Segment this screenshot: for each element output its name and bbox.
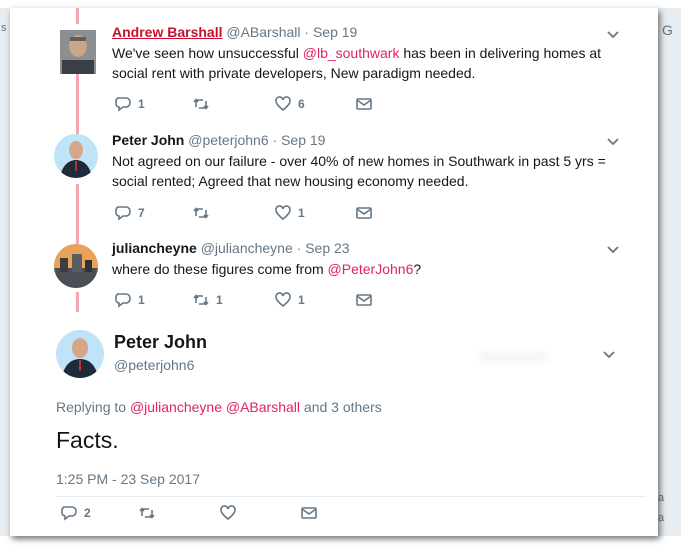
mail-icon — [356, 207, 372, 219]
background-right-strip: G a a — [658, 8, 681, 536]
tweet-header: Andrew Barshall @ABarshall · Sep 19 — [112, 24, 357, 40]
retweet-button[interactable] — [192, 95, 216, 113]
tweet-header: juliancheyne @juliancheyne · Sep 23 — [112, 240, 350, 256]
thread-line — [76, 184, 79, 246]
reply-count: 1 — [138, 293, 145, 307]
mention-link[interactable]: @lb_southwark — [303, 45, 400, 61]
dm-button[interactable] — [355, 291, 373, 309]
dm-button[interactable] — [355, 95, 373, 113]
retweet-button[interactable] — [138, 504, 162, 522]
replying-label: Replying to — [56, 399, 127, 415]
avatar[interactable] — [54, 134, 98, 178]
avatar-photo-icon — [54, 134, 98, 178]
heart-icon — [220, 505, 236, 521]
author-handle[interactable]: @peterjohn6 — [114, 357, 194, 373]
like-button[interactable]: 1 — [274, 291, 305, 309]
reply-button[interactable]: 1 — [114, 291, 145, 309]
tweet-text: Not agreed on our failure - over 40% of … — [112, 153, 606, 189]
edge-glyph: G — [662, 22, 673, 38]
tweet-text: We've seen how unsuccessful @lb_southwar… — [112, 43, 632, 83]
heart-icon — [275, 292, 291, 308]
reply-button[interactable]: 7 — [114, 204, 145, 222]
avatar[interactable] — [56, 330, 104, 378]
avatar-photo-icon — [56, 330, 104, 378]
thread-line — [76, 292, 79, 312]
retweet-icon — [193, 207, 209, 219]
tweet-text-part: We've seen how unsuccessful — [112, 45, 303, 61]
chevron-down-icon[interactable] — [606, 243, 620, 257]
heart-icon — [275, 96, 291, 112]
retweet-button[interactable] — [192, 204, 216, 222]
dm-button[interactable] — [300, 504, 318, 522]
retweet-icon — [193, 294, 209, 306]
replying-others[interactable]: and 3 others — [304, 399, 382, 415]
mail-icon — [356, 98, 372, 110]
mail-icon — [301, 507, 317, 519]
background-left-strip: s — [0, 8, 10, 536]
like-button[interactable] — [219, 504, 243, 522]
tweet-date[interactable]: · Sep 19 — [304, 24, 357, 40]
retweet-button[interactable]: 1 — [192, 291, 223, 309]
tweet-text: where do these figures come from @PeterJ… — [112, 259, 632, 279]
author-name[interactable]: Peter John — [112, 132, 184, 148]
avatar[interactable] — [54, 244, 98, 288]
retweet-count: 1 — [216, 293, 223, 307]
mail-icon — [356, 294, 372, 306]
follow-button-placeholder — [478, 352, 548, 362]
author-name[interactable]: Andrew Barshall — [112, 24, 222, 40]
reply-icon — [115, 293, 131, 308]
tweet-text-part: where do these figures come from — [112, 261, 328, 277]
author-handle[interactable]: @peterjohn6 — [188, 132, 268, 148]
avatar[interactable] — [60, 30, 96, 74]
tweet-timestamp[interactable]: 1:25 PM - 23 Sep 2017 — [56, 471, 200, 487]
like-count: 6 — [298, 97, 305, 111]
tweet-text-part: ? — [413, 261, 422, 277]
chevron-down-icon[interactable] — [602, 348, 616, 362]
reply-icon — [61, 506, 77, 521]
chevron-down-icon[interactable] — [606, 28, 620, 42]
author-handle[interactable]: @juliancheyne — [201, 240, 293, 256]
retweet-icon — [193, 98, 209, 110]
author-handle[interactable]: @ABarshall — [226, 24, 300, 40]
like-button[interactable]: 6 — [274, 95, 305, 113]
heart-icon — [275, 205, 291, 221]
reply-count: 2 — [84, 506, 91, 520]
edge-glyph: s — [1, 22, 7, 34]
author-name[interactable]: Peter John — [114, 332, 207, 353]
reply-count: 1 — [138, 97, 145, 111]
tweet-modal: Andrew Barshall @ABarshall · Sep 19 We'v… — [10, 8, 658, 536]
avatar-photo-icon — [60, 30, 96, 74]
like-count: 1 — [298, 206, 305, 220]
replying-to: Replying to @juliancheyne @ABarshall and… — [56, 399, 382, 415]
reply-button[interactable]: 2 — [60, 504, 91, 522]
dm-button[interactable] — [355, 204, 373, 222]
reply-icon — [115, 97, 131, 112]
chevron-down-icon[interactable] — [606, 135, 620, 149]
tweet-date[interactable]: · Sep 23 — [297, 240, 350, 256]
like-button[interactable]: 1 — [274, 204, 305, 222]
like-count: 1 — [298, 293, 305, 307]
retweet-icon — [139, 507, 155, 519]
tweet-text: Facts. — [56, 427, 119, 453]
reply-count: 7 — [138, 206, 145, 220]
avatar-photo-icon — [54, 244, 98, 288]
tweet-date[interactable]: · Sep 19 — [273, 132, 326, 148]
reply-icon — [115, 206, 131, 221]
tweet-header: Peter John @peterjohn6 · Sep 19 — [112, 132, 325, 148]
edge-glyph: a — [658, 512, 665, 524]
mention-link[interactable]: @PeterJohn6 — [328, 261, 414, 277]
author-name[interactable]: juliancheyne — [112, 240, 197, 256]
replying-mentions[interactable]: @juliancheyne @ABarshall — [130, 399, 300, 415]
reply-button[interactable]: 1 — [114, 95, 145, 113]
edge-glyph: a — [658, 492, 665, 504]
thread-line — [76, 74, 79, 134]
thread-line — [76, 8, 79, 24]
divider — [56, 496, 646, 497]
